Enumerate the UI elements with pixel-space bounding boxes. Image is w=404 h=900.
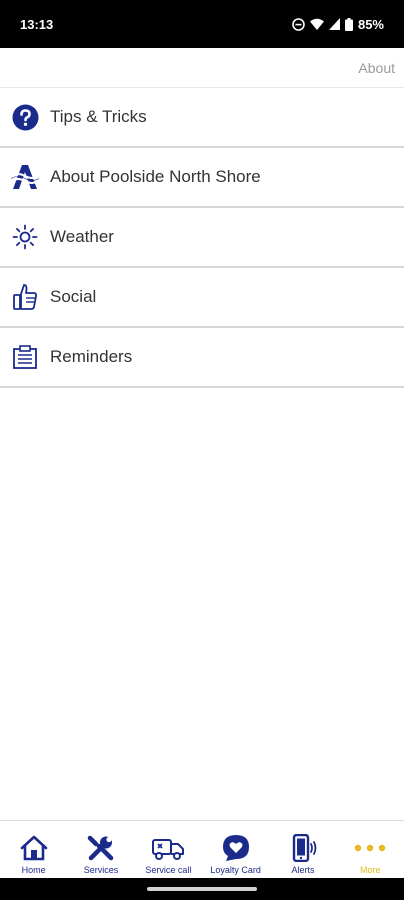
heart-icon — [222, 833, 250, 863]
menu-item-reminders[interactable]: Reminders — [0, 328, 404, 388]
tab-label: Service call — [145, 865, 192, 875]
tab-label: Alerts — [291, 865, 315, 875]
tab-home[interactable]: Home — [0, 821, 67, 878]
question-icon — [11, 103, 39, 131]
tab-loyalty-card[interactable]: Loyalty Card — [202, 821, 269, 878]
company-logo-icon — [11, 163, 39, 191]
truck-icon — [151, 833, 185, 863]
home-gesture-handle[interactable] — [147, 887, 257, 891]
tab-label: Services — [83, 865, 119, 875]
status-time: 13:13 — [20, 16, 54, 32]
menu-item-label: Tips & Tricks — [50, 107, 147, 126]
system-nav-bar — [0, 878, 404, 900]
page-title: About — [358, 59, 395, 76]
signal-icon — [328, 18, 340, 30]
phone-vibrate-icon — [289, 833, 317, 863]
menu-item-social[interactable]: Social — [0, 268, 404, 328]
menu-item-label: Social — [50, 287, 97, 306]
wifi-icon — [309, 18, 324, 30]
top-header: About — [0, 48, 404, 88]
bottom-tab-bar: Home Services Service call Loyalty Card … — [0, 820, 404, 878]
menu-item-tips-tricks[interactable]: Tips & Tricks — [0, 88, 404, 148]
menu-item-label: About Poolside North Shore — [50, 167, 261, 186]
battery-percent: 85% — [357, 16, 384, 32]
more-dots-icon — [354, 833, 386, 863]
tab-service-call[interactable]: Service call — [135, 821, 202, 878]
tab-services[interactable]: Services — [67, 821, 134, 878]
tab-label: Home — [21, 865, 46, 875]
menu-item-label: Reminders — [50, 347, 133, 366]
tab-alerts[interactable]: Alerts — [269, 821, 336, 878]
screen: 13:13 85% About Tips & Tricks About Pool… — [0, 0, 404, 900]
menu-item-about[interactable]: About Poolside North Shore — [0, 148, 404, 208]
menu-list: Tips & Tricks About Poolside North Shore — [0, 88, 404, 388]
status-icons: 85% — [292, 17, 384, 32]
thumbs-up-icon — [11, 283, 39, 311]
sun-icon — [11, 223, 39, 251]
tab-label: Loyalty Card — [210, 865, 261, 875]
tab-more[interactable]: More — [337, 821, 404, 878]
menu-item-label: Weather — [50, 227, 114, 246]
battery-icon — [344, 17, 353, 31]
home-icon — [20, 833, 48, 863]
menu-item-weather[interactable]: Weather — [0, 208, 404, 268]
tab-label: More — [360, 865, 381, 875]
status-bar: 13:13 85% — [0, 0, 404, 48]
clipboard-icon — [11, 343, 39, 371]
dnd-icon — [292, 17, 305, 31]
tools-icon — [87, 833, 115, 863]
